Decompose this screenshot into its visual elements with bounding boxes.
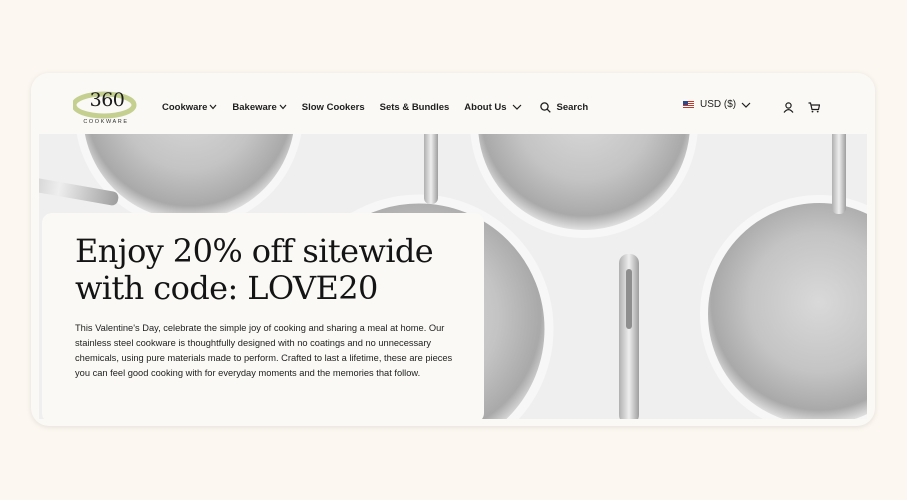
search-icon (539, 101, 551, 113)
nav-item-cookware[interactable]: Cookware (162, 102, 217, 113)
nav-item-bakeware[interactable]: Bakeware (232, 101, 287, 113)
nav-item-about-us[interactable]: About Us (464, 102, 521, 113)
nav-item-slow-cookers[interactable]: Slow Cookers (302, 102, 365, 113)
chevron-down-icon (741, 102, 751, 108)
search-button[interactable]: Search (539, 101, 589, 113)
promo-title: Enjoy 20% off sitewide with code: LOVE20 (75, 233, 475, 307)
nav-item-sets-bundles[interactable]: Sets & Bundles (380, 102, 450, 113)
promo-title-line-2: with code: LOVE20 (75, 269, 378, 307)
promo-body-text: This Valentine's Day, celebrate the simp… (75, 323, 453, 378)
main-nav: Cookware Bakeware Slow Cookers Sets & Bu… (162, 99, 588, 115)
brand-logo[interactable]: 360 COOKWARE (73, 87, 139, 129)
currency-selector[interactable]: USD ($) (683, 99, 751, 110)
browser-card: 360 COOKWARE Cookware Bakeware Slow Cook… (31, 73, 875, 426)
logo-number: 360 (89, 89, 125, 111)
promo-panel: Enjoy 20% off sitewide with code: LOVE20… (42, 213, 484, 423)
chevron-down-icon (209, 104, 217, 110)
currency-label: USD ($) (700, 99, 737, 110)
promo-title-line-1: Enjoy 20% off sitewide (75, 232, 434, 270)
nav-item-label: Cookware (162, 101, 208, 113)
logo-subtitle: COOKWARE (83, 119, 129, 125)
user-icon (783, 102, 794, 113)
search-label: Search (556, 101, 589, 113)
us-flag-icon (683, 101, 694, 108)
cart-icon (808, 102, 821, 113)
site-header: 360 COOKWARE Cookware Bakeware Slow Cook… (31, 73, 875, 134)
nav-item-label: Slow Cookers (301, 101, 365, 113)
nav-item-label: About Us (464, 101, 507, 113)
chevron-down-icon (512, 104, 521, 110)
nav-item-label: Bakeware (232, 101, 277, 113)
chevron-down-icon (279, 104, 287, 110)
account-button[interactable] (783, 100, 794, 118)
cart-button[interactable] (808, 100, 821, 118)
nav-item-label: Sets & Bundles (379, 101, 450, 113)
